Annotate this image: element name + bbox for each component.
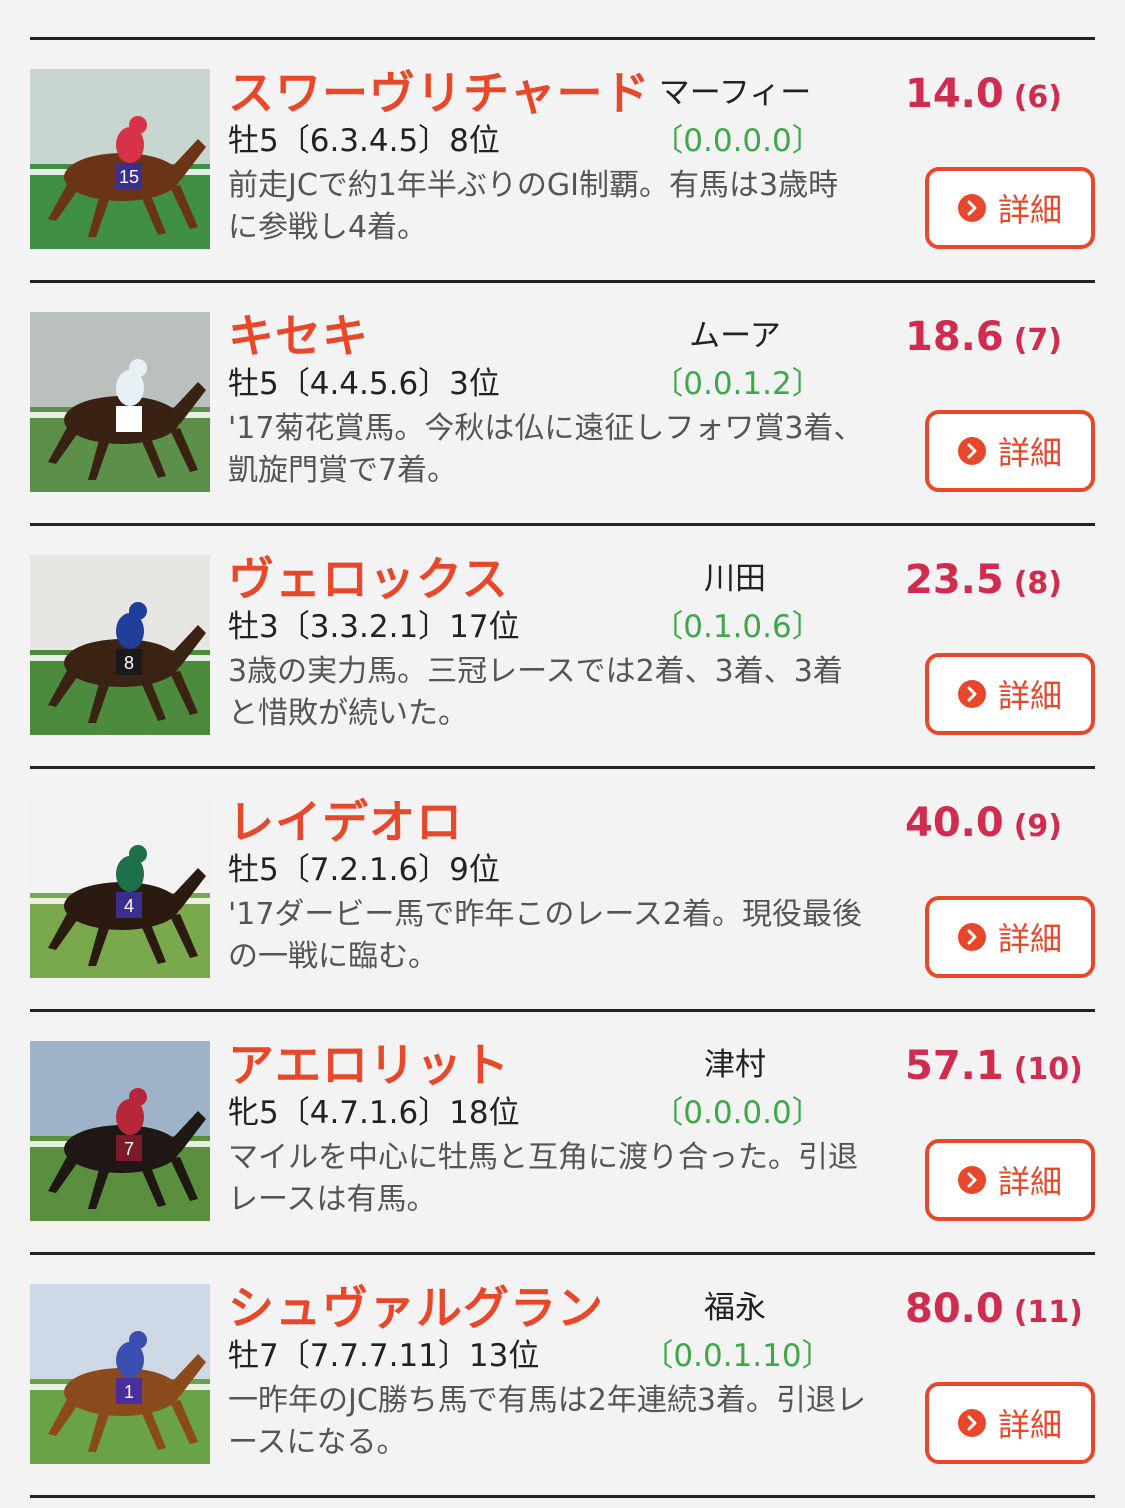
course-record: 〔0.1.0.6〕 [652, 609, 823, 645]
horse-comment: マイルを中心に牡馬と互角に渡り合った。引退レースは有馬。 [228, 1140, 858, 1217]
jockey-name: マーフィー [658, 75, 812, 111]
detail-button[interactable]: 詳細 [925, 410, 1095, 492]
horse-record: 牡7〔7.7.7.11〕13位 [228, 1338, 540, 1374]
detail-label: 詳細 [997, 920, 1062, 958]
horse-photo[interactable]: 4 [30, 312, 210, 492]
saddle-number: 15 [119, 167, 139, 187]
odds-value: 23.5 [905, 557, 1004, 603]
odds-value: 40.0 [905, 800, 1004, 846]
horse-name[interactable]: スワーヴリチャード [228, 65, 651, 121]
detail-button[interactable]: 詳細 [925, 1139, 1095, 1221]
odds: 14.0 (6) [905, 67, 1062, 125]
detail-label: 詳細 [997, 677, 1062, 715]
detail-button[interactable]: 詳細 [925, 653, 1095, 735]
chevron-right-icon [957, 1409, 986, 1437]
chevron-right-icon [957, 923, 986, 951]
jockey-name: ムーア [689, 318, 781, 354]
horse-record: 牡5〔4.4.5.6〕3位 [228, 366, 500, 402]
saddle-number: 4 [124, 896, 134, 916]
popularity-rank: (10) [1013, 1052, 1083, 1087]
horse-comment: 前走JCで約1年半ぶりのGI制覇。有馬は3歳時に参戦し4着。 [228, 168, 839, 245]
odds-value: 57.1 [905, 1043, 1004, 1089]
odds-value: 80.0 [905, 1286, 1004, 1332]
horse-record: 牡5〔7.2.1.6〕9位 [228, 852, 500, 888]
horse-entry: 7 アエロリット 津村 57.1 (10) 牝5〔4.7.1.6〕18位 〔0.0… [0, 1009, 1125, 1252]
horse-entry: 8 ヴェロックス 川田 23.5 (8) 牡3〔3.3.2.1〕17位 〔0.1.… [0, 523, 1125, 766]
course-record: 〔0.0.0.0〕 [652, 123, 823, 159]
saddle-number: 1 [124, 1382, 134, 1402]
horse-photo[interactable]: 15 [30, 69, 210, 249]
chevron-right-icon [957, 437, 986, 465]
detail-button[interactable]: 詳細 [925, 1382, 1095, 1464]
horse-comment: '17菊花賞馬。今秋は仏に遠征しフォワ賞3着、凱旋門賞で7着。 [228, 411, 864, 488]
horse-record: 牝5〔4.7.1.6〕18位 [228, 1095, 520, 1131]
horse-comment: 一昨年のJC勝ち馬で有馬は2年連続3着。引退レースになる。 [228, 1383, 866, 1460]
horse-photo[interactable]: 4 [30, 798, 210, 978]
horse-comment: '17ダービー馬で昨年このレース2着。現役最後の一戦に臨む。 [228, 897, 863, 974]
popularity-rank: (8) [1013, 566, 1062, 601]
popularity-rank: (11) [1013, 1295, 1083, 1330]
odds-value: 18.6 [905, 314, 1004, 360]
horse-entry: 4 レイデオロ 40.0 (9) 牡5〔7.2.1.6〕9位 '17ダービー馬で昨… [0, 766, 1125, 1009]
detail-label: 詳細 [997, 434, 1062, 472]
course-record: 〔0.0.1.2〕 [652, 366, 823, 402]
detail-label: 詳細 [997, 1406, 1062, 1444]
horse-entry: 1 シュヴァルグラン 福永 80.0 (11) 牡7〔7.7.7.11〕13位 〔… [0, 1252, 1125, 1495]
odds-value: 14.0 [905, 71, 1004, 117]
chevron-right-icon [957, 1166, 986, 1194]
horse-record: 牡5〔6.3.4.5〕8位 [228, 123, 500, 159]
saddle-number: 8 [124, 653, 134, 673]
popularity-rank: (6) [1013, 80, 1062, 115]
odds: 80.0 (11) [905, 1282, 1083, 1340]
odds: 40.0 (9) [905, 796, 1062, 854]
detail-label: 詳細 [997, 1163, 1062, 1201]
odds: 57.1 (10) [905, 1039, 1083, 1097]
horse-photo[interactable]: 8 [30, 555, 210, 735]
horse-name[interactable]: シュヴァルグラン [228, 1280, 604, 1336]
saddle-number: 7 [124, 1139, 134, 1159]
horse-name[interactable]: アエロリット [228, 1037, 510, 1093]
horse-photo[interactable]: 1 [30, 1284, 210, 1464]
chevron-right-icon [957, 680, 986, 708]
popularity-rank: (9) [1013, 809, 1062, 844]
horse-name[interactable]: ヴェロックス [228, 551, 509, 607]
horse-entry: 15 スワーヴリチャード マーフィー 14.0 (6) 牡5〔6.3.4.5〕8位… [0, 37, 1125, 280]
popularity-rank: (7) [1013, 323, 1062, 358]
horse-record: 牡3〔3.3.2.1〕17位 [228, 609, 520, 645]
horse-name[interactable]: キセキ [228, 308, 369, 364]
saddle-number: 4 [124, 410, 134, 430]
jockey-name: 川田 [704, 561, 766, 597]
odds: 23.5 (8) [905, 553, 1062, 611]
course-record: 〔0.0.0.0〕 [652, 1095, 823, 1131]
chevron-right-icon [957, 194, 986, 222]
detail-button[interactable]: 詳細 [925, 167, 1095, 249]
detail-label: 詳細 [997, 191, 1062, 229]
horse-photo[interactable]: 7 [30, 1041, 210, 1221]
odds: 18.6 (7) [905, 310, 1062, 368]
horse-comment: 3歳の実力馬。三冠レースでは2着、3着、3着と惜敗が続いた。 [228, 654, 843, 731]
horse-name[interactable]: レイデオロ [228, 794, 463, 850]
horse-entry: 4 キセキ ムーア 18.6 (7) 牡5〔4.4.5.6〕3位 〔0.0.1.2… [0, 280, 1125, 523]
detail-button[interactable]: 詳細 [925, 896, 1095, 978]
jockey-name: 津村 [704, 1047, 766, 1083]
course-record: 〔0.0.1.10〕 [642, 1338, 833, 1374]
jockey-name: 福永 [704, 1290, 766, 1326]
row-divider [30, 1495, 1095, 1498]
